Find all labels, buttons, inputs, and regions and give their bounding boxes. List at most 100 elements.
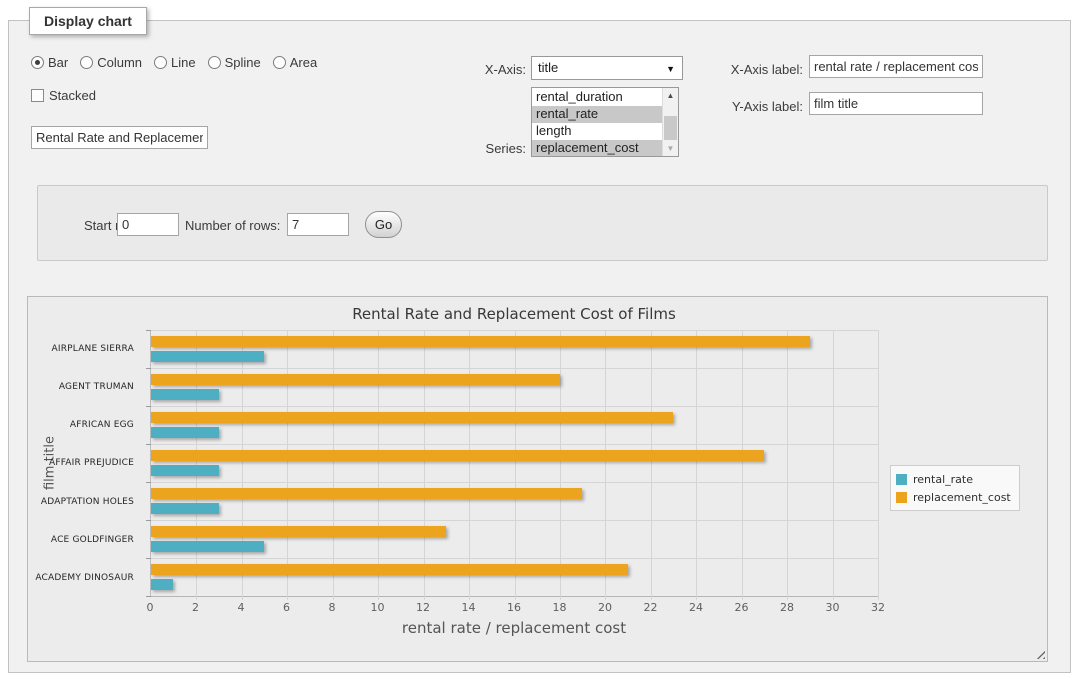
plot-area — [150, 330, 878, 597]
radio-icon — [80, 56, 93, 69]
x-tick-label: 30 — [826, 601, 840, 614]
bar-replacement_cost[interactable] — [151, 488, 582, 499]
gridline-vertical — [878, 330, 879, 600]
x-tick-label: 32 — [871, 601, 885, 614]
scroll-down-icon[interactable]: ▼ — [663, 141, 678, 156]
number-of-rows-input[interactable] — [287, 213, 349, 236]
x-tick-label: 0 — [147, 601, 154, 614]
category-label: AFRICAN EGG — [28, 406, 142, 444]
bar-group — [151, 330, 878, 368]
category-label: AFFAIR PREJUDICE — [28, 444, 142, 482]
category-axis-labels: AIRPLANE SIERRAAGENT TRUMANAFRICAN EGGAF… — [28, 330, 142, 597]
series-options: rental_durationrental_ratelengthreplacem… — [532, 88, 662, 156]
chart-type-radio-group: Bar Column Line Spline Area — [31, 55, 317, 70]
x-tick-label: 8 — [329, 601, 336, 614]
radio-label: Line — [171, 55, 196, 70]
bar-replacement_cost[interactable] — [151, 450, 764, 461]
page: Display chart Bar Column Line Spline Area St… — [0, 0, 1081, 681]
chart-title-input[interactable] — [31, 126, 208, 149]
chart-type-line[interactable]: Line — [154, 55, 196, 70]
number-of-rows-label: Number of rows: — [185, 218, 280, 233]
legend-label: rental_rate — [913, 473, 973, 486]
radio-icon — [273, 56, 286, 69]
x-tick-label: 6 — [283, 601, 290, 614]
legend-label: replacement_cost — [913, 491, 1011, 504]
scrollbar-thumb[interactable] — [664, 116, 677, 140]
x-tick-label: 14 — [462, 601, 476, 614]
chart-title: Rental Rate and Replacement Cost of Film… — [150, 305, 878, 323]
legend-item-rental_rate[interactable]: rental_rate — [896, 470, 1011, 488]
x-axis-select[interactable]: title ▼ — [531, 56, 683, 80]
radio-label: Column — [97, 55, 142, 70]
display-chart-panel: Display chart BarColumnLineSplineArea St… — [8, 20, 1071, 673]
x-tick-label: 16 — [507, 601, 521, 614]
bar-group — [151, 444, 878, 482]
bar-rental_rate[interactable] — [151, 465, 219, 476]
category-tick — [146, 596, 151, 597]
bar-rental_rate[interactable] — [151, 351, 264, 362]
checkbox-icon — [31, 89, 44, 102]
category-label: AGENT TRUMAN — [28, 368, 142, 406]
panel-title: Display chart — [29, 7, 147, 35]
bar-group — [151, 520, 878, 558]
category-label: AIRPLANE SIERRA — [28, 330, 142, 368]
x-axis-ticks: 02468101214161820222426283032 — [150, 601, 878, 615]
x-axis-label: X-Axis: — [426, 62, 526, 77]
x-tick-label: 28 — [780, 601, 794, 614]
radio-label: Bar — [48, 55, 68, 70]
category-label: ACADEMY DINOSAUR — [28, 559, 142, 597]
x-tick-label: 24 — [689, 601, 703, 614]
bar-replacement_cost[interactable] — [151, 412, 673, 423]
bar-rental_rate[interactable] — [151, 389, 219, 400]
chart-type-column[interactable]: Column — [80, 55, 142, 70]
category-label: ACE GOLDFINGER — [28, 521, 142, 559]
radio-label: Spline — [225, 55, 261, 70]
bar-rental_rate[interactable] — [151, 427, 219, 438]
legend-swatch — [896, 474, 907, 485]
series-label: Series: — [426, 141, 526, 156]
x-tick-label: 12 — [416, 601, 430, 614]
go-button[interactable]: Go — [365, 211, 402, 238]
y-axis-label-field-label: Y-Axis label: — [673, 99, 803, 114]
chart-container: Rental Rate and Replacement Cost of Film… — [27, 296, 1048, 662]
radio-icon — [31, 56, 44, 69]
x-tick-label: 2 — [192, 601, 199, 614]
x-tick-label: 4 — [238, 601, 245, 614]
legend-item-replacement_cost[interactable]: replacement_cost — [896, 488, 1011, 506]
bar-rental_rate[interactable] — [151, 503, 219, 514]
chart-type-bar[interactable]: Bar — [31, 55, 68, 70]
x-tick-label: 10 — [371, 601, 385, 614]
bar-replacement_cost[interactable] — [151, 564, 628, 575]
radio-icon — [208, 56, 221, 69]
series-option-rental_rate[interactable]: rental_rate — [532, 106, 662, 123]
x-axis-selected-value: title — [538, 60, 558, 75]
start-row-input[interactable] — [117, 213, 179, 236]
series-option-rental_duration[interactable]: rental_duration — [532, 89, 662, 106]
row-controls-box: Start row: Number of rows: Go — [37, 185, 1048, 261]
x-axis-label-input[interactable] — [809, 55, 983, 78]
bar-rental_rate[interactable] — [151, 579, 173, 590]
bar-group — [151, 368, 878, 406]
x-tick-label: 18 — [553, 601, 567, 614]
chart-type-spline[interactable]: Spline — [208, 55, 261, 70]
stacked-checkbox[interactable]: Stacked — [31, 88, 96, 103]
series-listbox[interactable]: rental_durationrental_ratelengthreplacem… — [531, 87, 679, 157]
series-option-replacement_cost[interactable]: replacement_cost — [532, 140, 662, 156]
bar-replacement_cost[interactable] — [151, 374, 560, 385]
bar-replacement_cost[interactable] — [151, 526, 446, 537]
stacked-label: Stacked — [49, 88, 96, 103]
x-axis-label-field-label: X-Axis label: — [673, 62, 803, 77]
resize-grip-icon[interactable] — [1033, 647, 1045, 659]
series-option-length[interactable]: length — [532, 123, 662, 140]
y-axis-label-input[interactable] — [809, 92, 983, 115]
bar-replacement_cost[interactable] — [151, 336, 810, 347]
x-tick-label: 20 — [598, 601, 612, 614]
legend-swatch — [896, 492, 907, 503]
radio-label: Area — [290, 55, 317, 70]
bar-group — [151, 482, 878, 520]
chart-type-area[interactable]: Area — [273, 55, 317, 70]
bar-rental_rate[interactable] — [151, 541, 264, 552]
bar-group — [151, 558, 878, 596]
bar-group — [151, 406, 878, 444]
x-tick-label: 26 — [735, 601, 749, 614]
